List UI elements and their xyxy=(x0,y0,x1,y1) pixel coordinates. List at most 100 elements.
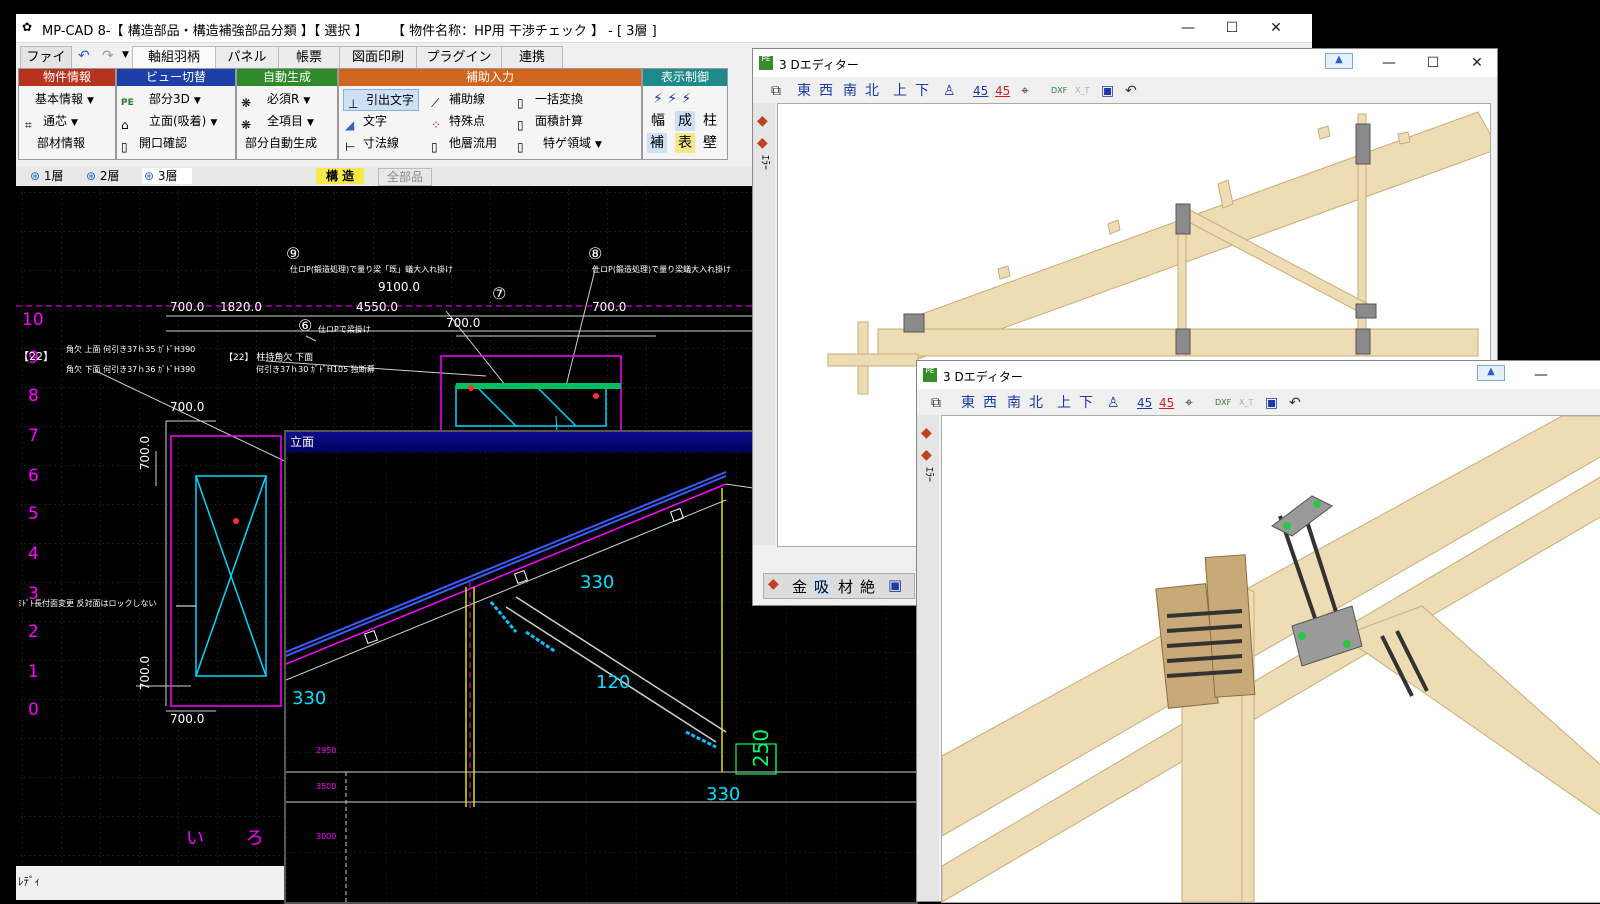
close-icon[interactable]: ✕ xyxy=(1256,17,1296,39)
buzai-button[interactable]: 部材情報 xyxy=(37,133,85,153)
editor1-dir-down[interactable]: 下 xyxy=(915,82,929,100)
editor1-dir-east[interactable]: 東 xyxy=(797,82,811,100)
all-items-button[interactable]: ❋ 全項目 ▼ xyxy=(241,111,314,132)
editor2-fit-icon[interactable]: ⌖ xyxy=(1185,394,1193,412)
editor2-dir-up[interactable]: 上 xyxy=(1057,394,1071,412)
dim-1820: 1820.0 xyxy=(220,300,262,314)
editor2-error-icon-2[interactable]: ◆ xyxy=(921,447,932,463)
editor1-save-icon[interactable]: ▣ xyxy=(1101,82,1114,100)
editor2-error-icon-1[interactable]: ◆ xyxy=(921,425,932,441)
opening-button[interactable]: ▯ 開口確認 xyxy=(121,133,187,154)
editor2-xt-icon[interactable]: X_T xyxy=(1239,394,1253,412)
moji-button[interactable]: ◢ 文字 xyxy=(345,111,387,132)
hashira-toggle[interactable]: 柱 xyxy=(703,111,717,131)
editor2-person-icon[interactable]: ♙ xyxy=(1107,394,1120,412)
toshin-button[interactable]: ⌗ 通芯 ▼ xyxy=(25,111,78,132)
ikkatsu-button[interactable]: ▯ 一括変換 xyxy=(517,89,583,110)
editor1-collapse-icon[interactable]: ▲ xyxy=(1325,53,1353,69)
editor2-angle-a[interactable]: 45 xyxy=(1137,394,1152,412)
sunpo-button[interactable]: ⊢ 寸法線 xyxy=(345,133,399,154)
undo-icon[interactable]: ↶ xyxy=(78,48,90,64)
redo-icon[interactable]: ↷ xyxy=(102,48,114,64)
tab-print[interactable]: 図面印刷 xyxy=(339,46,417,70)
editor1-maximize-icon[interactable]: ☐ xyxy=(1413,52,1453,74)
tab-plugin[interactable]: プラグイン xyxy=(416,46,502,70)
editor2-undo-icon[interactable]: ↶ xyxy=(1289,394,1301,412)
editor2-collapse-icon[interactable]: ▲ xyxy=(1477,365,1505,381)
menseki-button[interactable]: ▯ 面積計算 xyxy=(517,111,583,132)
editor2-3d-view[interactable] xyxy=(941,415,1600,903)
menu-file[interactable]: ファイル xyxy=(20,46,72,87)
editor1-close-icon[interactable]: ✕ xyxy=(1457,52,1497,74)
tokushu-button[interactable]: ⁘ 特殊点 xyxy=(431,111,485,132)
tokuge-button[interactable]: ▯ 特ゲ領域 ▼ xyxy=(517,133,602,154)
editor1-dir-up[interactable]: 上 xyxy=(893,82,907,100)
editor2-save-icon[interactable]: ▣ xyxy=(1265,394,1278,412)
tab-chohyo[interactable]: 帳票 xyxy=(278,46,340,70)
editor1-tool-kyu[interactable]: 吸 xyxy=(814,576,830,597)
editor1-copy-icon[interactable]: ⧉ xyxy=(771,82,781,100)
tasou-button[interactable]: ▯ 他層流用 xyxy=(431,133,497,154)
editor1-angle-a[interactable]: 45 xyxy=(973,82,988,100)
tab-kozo[interactable]: 構 造 xyxy=(316,168,365,184)
marker-8: ⑧ xyxy=(588,244,603,263)
editor2-dir-north[interactable]: 北 xyxy=(1029,394,1043,412)
editor1-dir-west[interactable]: 西 xyxy=(819,82,833,100)
kihon-button[interactable]: 基本情報 ▼ xyxy=(35,89,94,109)
editor1-xt-icon[interactable]: X_T xyxy=(1075,82,1089,100)
editor1-tool-zetsu[interactable]: 絶 xyxy=(860,576,875,597)
editor1-fit-icon[interactable]: ⌖ xyxy=(1021,82,1029,100)
editor2-angle-b[interactable]: 45 xyxy=(1159,394,1174,412)
editor2-window[interactable]: PE 3 Dエディター ▲ — ⧉ 東 西 南 北 上 下 ♙ 45 45 ⌖ … xyxy=(916,360,1600,903)
editor1-error-icon-1[interactable]: ◆ xyxy=(757,113,768,129)
editor1-dir-north[interactable]: 北 xyxy=(865,82,879,100)
editor1-dxf-icon[interactable]: DXF xyxy=(1051,82,1067,100)
partial-3d-button[interactable]: PE 部分3D ▼ xyxy=(121,89,201,109)
hissu-button[interactable]: ❋ 必須R ▼ xyxy=(241,89,310,110)
elevation-button[interactable]: ⌂ 立面(吸着) ▼ xyxy=(121,111,217,132)
floor-tab-3[interactable]: ⊛ 3層 xyxy=(142,168,192,184)
hikidashi-button[interactable]: ⊥ 引出文字 xyxy=(343,89,420,111)
app-icon: ✿ xyxy=(22,20,33,34)
elev-mark-2: 3500 xyxy=(316,782,337,791)
maximize-icon[interactable]: ☐ xyxy=(1212,17,1252,39)
editor2-dxf-icon[interactable]: DXF xyxy=(1215,394,1231,412)
omote-toggle[interactable]: 表 xyxy=(675,133,695,153)
sei-toggle[interactable]: 成 xyxy=(675,111,695,131)
editor1-error-icon-2[interactable]: ◆ xyxy=(757,135,768,151)
editor2-copy-icon[interactable]: ⧉ xyxy=(931,394,941,412)
minimize-icon[interactable]: — xyxy=(1168,17,1208,39)
editor1-tool-kana[interactable]: 金 xyxy=(792,576,807,597)
editor1-minimize-icon[interactable]: — xyxy=(1369,52,1409,74)
editor1-undo-icon[interactable]: ↶ xyxy=(1125,82,1137,100)
hikidashi-label: 引出文字 xyxy=(366,93,415,107)
editor1-cube-icon[interactable]: ▣ xyxy=(888,576,902,594)
editor1-cursor-icon[interactable]: ◆ xyxy=(768,576,779,592)
floor-tab-1[interactable]: ⊛ 1層 xyxy=(30,168,64,184)
ribbon-tabs: ファイル ↶ ↷ ▼ 軸組羽柄 パネル 帳票 図面印刷 プラグイン 連携 xyxy=(16,44,776,87)
editor2-dir-west[interactable]: 西 xyxy=(983,394,997,412)
editor2-dir-east[interactable]: 東 xyxy=(961,394,975,412)
tab-jikugumi[interactable]: 軸組羽柄 xyxy=(132,46,216,69)
editor1-dir-south[interactable]: 南 xyxy=(843,82,857,100)
tab-renkei[interactable]: 連携 xyxy=(501,46,563,70)
status-bar: ﾚﾃﾞｨ xyxy=(18,875,40,888)
editor2-minimize-icon[interactable]: — xyxy=(1521,364,1561,386)
display-mode-icon[interactable]: ⚡ ⚡ ⚡ xyxy=(653,89,691,109)
kabe-toggle[interactable]: 壁 xyxy=(703,133,717,153)
quick-access-dropdown-icon[interactable]: ▼ xyxy=(122,50,129,60)
editor2-dir-down[interactable]: 下 xyxy=(1079,394,1093,412)
editor2-dir-south[interactable]: 南 xyxy=(1007,394,1021,412)
group-auto: 自動生成 ❋ 必須R ▼ ❋ 全項目 ▼ 部分自動生成 xyxy=(236,68,338,160)
editor1-tool-zai[interactable]: 材 xyxy=(838,576,853,597)
ho-toggle[interactable]: 補 xyxy=(647,133,667,153)
partial-auto-button[interactable]: 部分自動生成 xyxy=(245,133,317,153)
editor2-sidebar: ◆ ◆ ｴﾗｰ xyxy=(917,415,939,901)
hojosen-button[interactable]: ⟋ 補助線 xyxy=(431,89,485,110)
tab-zenbuhin[interactable]: 全部品 xyxy=(378,168,433,186)
haba-toggle[interactable]: 幅 xyxy=(651,111,665,131)
editor1-person-icon[interactable]: ♙ xyxy=(943,82,956,100)
tab-panel[interactable]: パネル xyxy=(215,46,279,70)
editor1-angle-b[interactable]: 45 xyxy=(995,82,1010,100)
floor-tab-2[interactable]: ⊛ 2層 xyxy=(86,168,120,184)
